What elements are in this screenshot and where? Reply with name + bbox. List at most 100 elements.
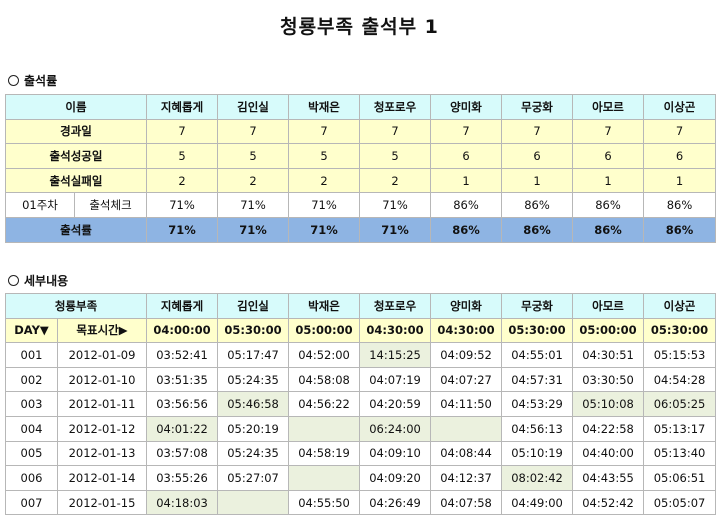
member-name-header: 김인실: [217, 293, 290, 319]
checkin-time-cell: 04:43:55: [572, 465, 645, 491]
summary-value-cell: 7: [359, 118, 432, 145]
summary-row-label: 경과일: [4, 118, 148, 145]
summary-value-cell: 7: [288, 118, 361, 145]
checkin-time-cell: 05:13:40: [643, 440, 717, 467]
tribe-header-cell: 청룡부족: [4, 293, 148, 319]
date-cell: 2012-01-14: [56, 465, 148, 491]
summary-row: 경과일 7 7 7 7 7 7 7 7: [4, 118, 717, 145]
checkin-time-cell: [217, 489, 290, 516]
summary-value-cell: 2: [359, 167, 432, 194]
day-row: 005 2012-01-13 03:57:08 05:24:35 04:58:19 04:…: [5, 440, 717, 467]
member-name-header: 양미화: [430, 293, 503, 319]
summary-value-cell: 1: [643, 167, 717, 194]
summary-row: 출석성공일 5 5 5 5 6 6 6 6: [4, 143, 717, 169]
summary-value-cell: 1: [501, 167, 574, 194]
summary-section-heading: 출석률: [8, 72, 57, 89]
week-rate-cell: 71%: [217, 192, 290, 218]
goal-time-cell: 05:00:00: [572, 317, 645, 344]
circle-bullet-icon: [8, 275, 19, 286]
checkin-time-cell: 05:10:19: [501, 440, 574, 467]
checkin-time-cell: 05:24:35: [217, 366, 290, 393]
member-name-header: 이상곤: [643, 94, 717, 120]
member-name-header: 박재은: [288, 94, 361, 120]
checkin-time-cell: 04:20:59: [359, 391, 432, 417]
goal-time-label: 목표시간▶: [56, 317, 148, 344]
checkin-time-cell: 05:06:51: [643, 465, 717, 491]
checkin-time-cell: 05:17:47: [217, 342, 290, 368]
checkin-time-cell: 03:56:56: [146, 391, 219, 417]
summary-value-cell: 2: [217, 167, 290, 194]
attendance-rate-label: 출석률: [4, 216, 148, 243]
day-row: 007 2012-01-15 04:18:03 04:55:50 04:26:49 04:…: [5, 489, 717, 516]
checkin-time-cell: 04:55:01: [501, 342, 574, 368]
summary-value-cell: 6: [501, 143, 574, 169]
day-number-cell: 006: [5, 465, 58, 491]
summary-value-cell: 7: [430, 118, 503, 145]
checkin-time-cell: 06:24:00: [359, 415, 432, 442]
summary-row: 출석실패일 2 2 2 2 1 1 1 1: [4, 167, 717, 194]
detail-heading-text: 세부내용: [24, 274, 69, 288]
checkin-time-cell: 04:53:29: [501, 391, 574, 417]
page-title: 청룡부족 출석부 1: [280, 16, 439, 38]
checkin-time-cell: 03:57:08: [146, 440, 219, 467]
member-name-header: 아모르: [572, 94, 645, 120]
summary-value-cell: 1: [430, 167, 503, 194]
goal-time-cell: 05:30:00: [217, 317, 290, 344]
summary-row-label: 출석실패일: [4, 167, 148, 194]
goal-time-cell: 05:30:00: [643, 317, 717, 344]
week-rate-cell: 86%: [572, 192, 645, 218]
checkin-time-cell: 04:49:00: [501, 489, 574, 516]
day-row: 003 2012-01-11 03:56:56 05:46:58 04:56:22 04:…: [5, 391, 717, 417]
day-number-cell: 004: [5, 415, 58, 442]
checkin-time-cell: 05:13:17: [643, 415, 717, 442]
day-row: 004 2012-01-12 04:01:22 05:20:19 06:24:00 04:…: [5, 415, 717, 442]
checkin-time-cell: 04:54:28: [643, 366, 717, 393]
day-number-cell: 002: [5, 366, 58, 393]
day-sort-header: DAY▼: [5, 317, 58, 344]
date-cell: 2012-01-09: [56, 342, 148, 368]
checkin-time-cell: 04:57:31: [501, 366, 574, 393]
day-number-cell: 001: [5, 342, 58, 368]
name-header-cell: 이름: [4, 94, 148, 120]
attendance-detail-table: 청룡부족 지혜롭게 김인실 박재은 청포로우 양미화 무궁화 아모르 이상곤 DAY▼ 목표시간▶ 0…: [4, 293, 717, 516]
checkin-time-cell: [288, 465, 361, 491]
week-rate-cell: 71%: [359, 192, 432, 218]
summary-value-cell: 5: [146, 143, 219, 169]
summary-value-cell: 7: [217, 118, 290, 145]
date-cell: 2012-01-12: [56, 415, 148, 442]
checkin-time-cell: 05:05:07: [643, 489, 717, 516]
checkin-time-cell: 04:07:27: [430, 366, 503, 393]
week-check-row: 01주차 출석체크 71% 71% 71% 71% 86% 86% 86% 86%: [5, 192, 717, 218]
checkin-time-cell: [288, 415, 361, 442]
checkin-time-cell: 03:51:35: [146, 366, 219, 393]
checkin-time-cell: 03:30:50: [572, 366, 645, 393]
week-sub-label-cell: 출석체크: [73, 192, 148, 218]
attendance-rate-cell: 71%: [288, 216, 361, 243]
checkin-time-cell: 04:55:50: [288, 489, 361, 516]
date-cell: 2012-01-15: [56, 489, 148, 516]
member-name-header: 무궁화: [501, 293, 574, 319]
member-name-header: 지혜롭게: [146, 293, 219, 319]
checkin-time-cell: 04:12:37: [430, 465, 503, 491]
checkin-time-cell: 05:24:35: [217, 440, 290, 467]
member-name-header: 지혜롭게: [146, 94, 219, 120]
checkin-time-cell: 05:20:19: [217, 415, 290, 442]
attendance-rate-cell: 86%: [430, 216, 503, 243]
checkin-time-cell: 05:15:53: [643, 342, 717, 368]
checkin-time-cell: 05:10:08: [572, 391, 645, 417]
checkin-time-cell: 04:52:00: [288, 342, 361, 368]
checkin-time-cell: 04:08:44: [430, 440, 503, 467]
attendance-rate-cell: 71%: [146, 216, 219, 243]
checkin-time-cell: 04:56:22: [288, 391, 361, 417]
day-row: 002 2012-01-10 03:51:35 05:24:35 04:58:08 04:…: [5, 366, 717, 393]
attendance-rate-cell: 86%: [643, 216, 717, 243]
checkin-time-cell: 03:55:26: [146, 465, 219, 491]
circle-bullet-icon: [8, 75, 19, 86]
day-row: 001 2012-01-09 03:52:41 05:17:47 04:52:00 14:…: [5, 342, 717, 368]
checkin-time-cell: 05:27:07: [217, 465, 290, 491]
detail-header-row: 청룡부족 지혜롭게 김인실 박재은 청포로우 양미화 무궁화 아모르 이상곤: [4, 293, 717, 319]
checkin-time-cell: 08:02:42: [501, 465, 574, 491]
checkin-time-cell: 14:15:25: [359, 342, 432, 368]
week-rate-cell: 71%: [288, 192, 361, 218]
checkin-time-cell: 04:09:20: [359, 465, 432, 491]
